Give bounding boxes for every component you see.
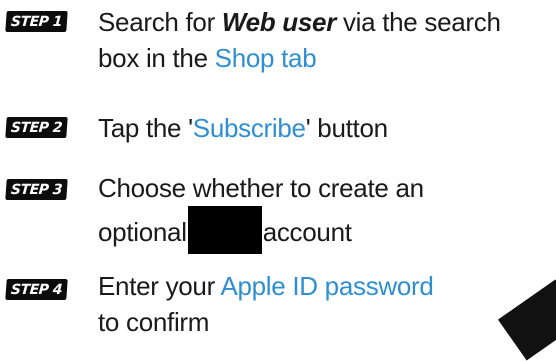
step-1-text-a: Search for	[98, 7, 222, 37]
step-1-text-b: via the search	[336, 7, 501, 37]
step-3-text-a: optional	[98, 217, 187, 247]
step-2-badge: STEP 2	[5, 117, 68, 138]
redaction-box	[187, 206, 262, 254]
step-3-text-b: account	[262, 217, 352, 247]
step-3-line-2: optional account	[98, 206, 548, 254]
step-2-text-a: Tap the '	[98, 113, 193, 143]
step-1-app-name: Web user	[221, 7, 337, 37]
step-4-text: Enter your Apple ID password to confirm	[98, 268, 548, 340]
step-3-text: Choose whether to create an optional acco…	[98, 170, 548, 254]
step-3-line-1: Choose whether to create an	[98, 173, 424, 203]
apple-id-password-highlight: Apple ID password	[220, 271, 434, 301]
step-4-line-1: Enter your Apple ID password	[98, 268, 548, 304]
subscribe-highlight: Subscribe	[192, 113, 306, 143]
step-2-text-b: ' button	[305, 113, 388, 143]
step-1-text: Search for Web user via the search box i…	[98, 4, 548, 76]
step-3: STEP 3	[5, 170, 68, 200]
step-2-text: Tap the 'Subscribe' button	[98, 110, 548, 146]
step-4-badge: STEP 4	[5, 279, 68, 300]
step-4: STEP 4	[5, 270, 68, 300]
step-1-text-c: box in the	[98, 43, 215, 73]
step-1: STEP 1	[5, 2, 68, 32]
step-1-line-1: Search for Web user via the search	[98, 4, 548, 40]
step-2: STEP 2	[5, 108, 68, 138]
step-2-line-1: Tap the 'Subscribe' button	[98, 110, 548, 146]
step-4-text-a: Enter your	[98, 271, 221, 301]
step-1-line-2: box in the Shop tab	[98, 40, 548, 76]
step-1-badge: STEP 1	[5, 11, 68, 32]
shop-tab-link: Shop tab	[214, 43, 317, 73]
step-3-badge: STEP 3	[5, 179, 68, 200]
page: { "steps": [ { "badge": "STEP 1", "line1…	[0, 0, 556, 361]
